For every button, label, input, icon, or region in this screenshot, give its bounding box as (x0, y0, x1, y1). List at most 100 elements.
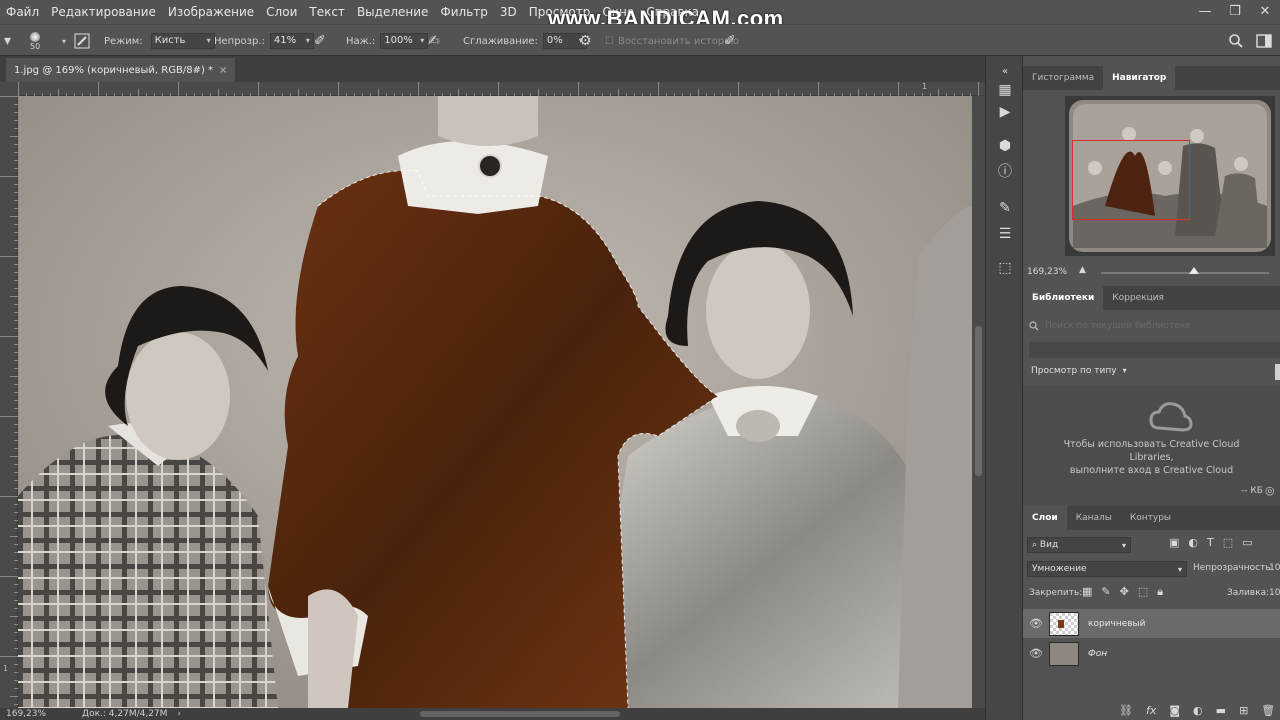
tab-adjustments[interactable]: Коррекция (1103, 286, 1173, 310)
airbrush-toggle[interactable]: ✍ (428, 25, 440, 57)
panel-icon-strip: « ▦ ▶ ⬢ ⓘ ✎ ☰ ⬚ (985, 56, 1023, 720)
pressure-icon: ✐ (314, 33, 326, 49)
library-sync-icon[interactable]: ◎ (1265, 484, 1275, 497)
layer-opacity-input[interactable]: 10 (1269, 563, 1280, 573)
tab-channels[interactable]: Каналы (1067, 506, 1121, 530)
ruler-corner (0, 82, 18, 96)
library-message-line2: Libraries, (1129, 452, 1174, 463)
lock-artboard-icon[interactable]: ⬚ (1138, 585, 1148, 599)
delete-layer-icon[interactable]: 🗑︎ (1261, 704, 1275, 717)
menu-file[interactable]: Файл (0, 5, 45, 19)
layer-style-fx-icon[interactable]: fx (1146, 704, 1156, 717)
restore-button[interactable]: ❐ (1220, 0, 1250, 24)
vertical-ruler[interactable]: 1 (0, 96, 18, 708)
blend-mode-select[interactable]: Умножение ▾ (1027, 561, 1187, 577)
menu-layers[interactable]: Слои (260, 5, 303, 19)
opacity-input[interactable]: 41% ▾ (269, 33, 314, 49)
filter-type-icon[interactable]: T (1207, 536, 1214, 549)
window-controls: — ❐ ✕ (1190, 0, 1280, 24)
navigator-thumbnail[interactable] (1065, 96, 1275, 256)
filter-smart-object-icon[interactable]: ▭ (1242, 536, 1252, 549)
horizontal-ruler[interactable]: 1 (18, 82, 985, 96)
search-button[interactable] (1228, 25, 1244, 57)
menu-select[interactable]: Выделение (351, 5, 434, 19)
actions-play-icon[interactable]: ▶ (995, 102, 1015, 122)
info-icon[interactable]: ⓘ (995, 162, 1015, 182)
new-group-icon[interactable]: ▬ (1216, 704, 1226, 717)
history-icon[interactable]: ▦ (995, 80, 1015, 100)
document-tab-title: 1.jpg @ 169% (коричневый, RGB/8#) * (14, 64, 214, 76)
flow-input[interactable]: 100% ▾ (380, 33, 429, 49)
view-by-type[interactable]: Просмотр по типу ▾ (1031, 366, 1127, 376)
menu-edit[interactable]: Редактирование (45, 5, 162, 19)
fill-input[interactable]: 10 (1269, 588, 1280, 598)
flow-label: Наж.: (346, 35, 376, 47)
brush-preset-picker[interactable]: 50 (30, 25, 40, 57)
add-mask-icon[interactable]: ◙ (1169, 704, 1180, 717)
canvas-vertical-scrollbar[interactable] (972, 96, 985, 708)
layer-filter-select[interactable]: ⌕ Вид ▾ (1027, 537, 1131, 553)
library-message-area: Чтобы использовать Creative Cloud Librar… (1023, 386, 1280, 506)
minimize-button[interactable]: — (1190, 0, 1220, 24)
pressure-opacity-toggle[interactable]: ✐ (314, 25, 326, 57)
lock-transparent-icon[interactable]: ▦ (1082, 585, 1092, 599)
layer-name[interactable]: коричневый (1088, 619, 1146, 629)
tool-preset-picker[interactable]: ▾ (4, 25, 11, 57)
layer-row-background[interactable]: 👁︎ Фон (1023, 639, 1280, 668)
3d-cube-icon[interactable]: ⬢ (995, 136, 1015, 156)
canvas-horizontal-scrollbar[interactable] (420, 711, 620, 717)
visibility-eye-icon[interactable]: 👁︎ (1023, 647, 1049, 660)
navigator-zoom-value[interactable]: 169,23% (1027, 267, 1067, 277)
navigator-zoom-slider-knob[interactable] (1189, 267, 1199, 274)
navigator-zoom-bar: 169,23% ▲ (1023, 262, 1280, 282)
tab-histogram[interactable]: Гистограмма (1023, 66, 1103, 90)
menu-type[interactable]: Текст (303, 5, 351, 19)
navigator-view-rectangle[interactable] (1072, 140, 1190, 220)
brush-settings-panel-icon[interactable]: ☰ (995, 224, 1015, 244)
mode-select[interactable]: Кисть ▾ (150, 33, 215, 49)
menu-filter[interactable]: Фильтр (434, 5, 493, 19)
tab-navigator[interactable]: Навигатор (1103, 66, 1176, 90)
filter-shape-icon[interactable]: ⬚ (1223, 536, 1233, 549)
close-document-icon[interactable]: × (219, 65, 227, 76)
link-layers-icon[interactable]: ⛓︎ (1119, 704, 1133, 717)
libraries-tabs: Библиотеки Коррекция (1023, 286, 1280, 310)
menu-3d[interactable]: 3D (494, 5, 523, 19)
lock-all-icon[interactable]: 🔒︎ (1157, 585, 1163, 599)
collapse-panels-icon[interactable]: « (995, 62, 1015, 82)
scrollbar-thumb[interactable] (975, 326, 982, 476)
library-search[interactable]: Поиск по текущей библиотеке (1029, 316, 1191, 336)
document-tab[interactable]: 1.jpg @ 169% (коричневый, RGB/8#) * × (6, 58, 236, 82)
smoothing-options-button[interactable]: ⚙ (579, 25, 592, 57)
document-canvas[interactable] (18, 96, 972, 708)
new-layer-icon[interactable]: ⊞ (1239, 704, 1248, 717)
layer-row-brown[interactable]: 👁︎ коричневый (1023, 609, 1280, 638)
tab-paths[interactable]: Контуры (1121, 506, 1180, 530)
navigator-zoom-slider[interactable] (1101, 272, 1269, 274)
lock-pixels-icon[interactable]: ✎ (1101, 585, 1110, 599)
clone-source-icon[interactable]: ⬚ (995, 258, 1015, 278)
library-select[interactable] (1029, 342, 1280, 358)
workspace-button[interactable] (1256, 25, 1272, 57)
visibility-eye-icon[interactable]: 👁︎ (1023, 617, 1049, 630)
new-adjustment-icon[interactable]: ◐ (1193, 704, 1203, 717)
brush-panel-toggle[interactable] (74, 25, 90, 57)
tab-libraries[interactable]: Библиотеки (1023, 286, 1104, 310)
lock-position-icon[interactable]: ✥ (1120, 585, 1129, 599)
brush-dropdown-icon[interactable]: ▾ (58, 25, 66, 57)
pressure-size-toggle[interactable]: ✐ (724, 25, 736, 57)
filter-pixel-icon[interactable]: ▣ (1169, 536, 1179, 549)
status-menu-arrow-icon[interactable]: › (177, 709, 181, 719)
brush-panel-icon[interactable]: ✎ (995, 198, 1015, 218)
layer-name[interactable]: Фон (1088, 649, 1107, 659)
restore-history-toggle[interactable]: ☐ Восстановить историю (605, 25, 739, 57)
library-list-view-icon[interactable] (1275, 364, 1280, 380)
filter-adjustment-icon[interactable]: ◐ (1188, 536, 1198, 549)
menu-image[interactable]: Изображение (162, 5, 260, 19)
zoom-out-icon[interactable]: ▲ (1079, 265, 1086, 275)
gear-icon: ⚙ (579, 33, 592, 49)
close-button[interactable]: ✕ (1250, 0, 1280, 24)
tab-layers[interactable]: Слои (1023, 506, 1067, 530)
status-zoom[interactable]: 169,23% (6, 709, 46, 719)
library-message-line1: Чтобы использовать Creative Cloud (1063, 439, 1240, 450)
